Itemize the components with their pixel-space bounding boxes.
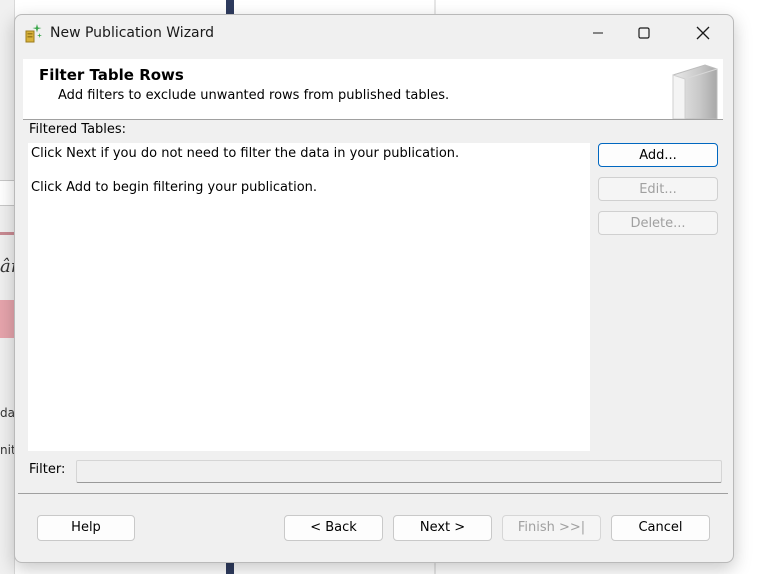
edit-button[interactable]: Edit...	[598, 177, 718, 201]
next-button[interactable]: Next >	[393, 515, 492, 541]
footer-separator	[18, 493, 728, 494]
background-text-fragment: ân	[0, 256, 14, 277]
background-field	[0, 180, 15, 206]
background-red-block	[0, 300, 14, 338]
list-item: Click Next if you do not need to filter …	[31, 146, 460, 161]
add-button[interactable]: Add...	[598, 143, 718, 167]
window-title: New Publication Wizard	[50, 25, 215, 41]
filter-field[interactable]	[76, 460, 722, 483]
cancel-button[interactable]: Cancel	[611, 515, 710, 541]
background-left-panel	[0, 0, 15, 574]
wizard-icon	[25, 23, 43, 43]
wizard-header: Filter Table Rows Add filters to exclude…	[23, 59, 723, 120]
help-button[interactable]: Help	[37, 515, 135, 541]
back-button[interactable]: < Back	[284, 515, 383, 541]
filtered-tables-label: Filtered Tables:	[29, 122, 127, 137]
background-divider	[0, 232, 14, 235]
minimize-icon	[593, 32, 603, 34]
list-item: Click Add to begin filtering your public…	[31, 180, 318, 195]
maximize-button[interactable]	[621, 15, 667, 51]
filter-label: Filter:	[29, 462, 66, 477]
background-text-fragment: dat	[0, 406, 14, 420]
new-publication-wizard-dialog: New Publication Wizard Filter Table Rows…	[14, 14, 734, 563]
finish-button[interactable]: Finish >>|	[502, 515, 601, 541]
minimize-button[interactable]	[575, 15, 621, 51]
title-bar[interactable]: New Publication Wizard	[15, 15, 733, 51]
page-subtitle: Add filters to exclude unwanted rows fro…	[58, 88, 450, 103]
background-text-fragment: nitia	[0, 443, 14, 457]
page-title: Filter Table Rows	[39, 66, 184, 84]
wizard-book-icon	[667, 61, 723, 120]
close-icon	[696, 26, 710, 40]
filtered-tables-list[interactable]: Click Next if you do not need to filter …	[28, 143, 590, 451]
background-navy-strip	[226, 0, 234, 14]
close-button[interactable]	[680, 15, 726, 51]
maximize-icon	[638, 27, 650, 39]
delete-button[interactable]: Delete...	[598, 211, 718, 235]
